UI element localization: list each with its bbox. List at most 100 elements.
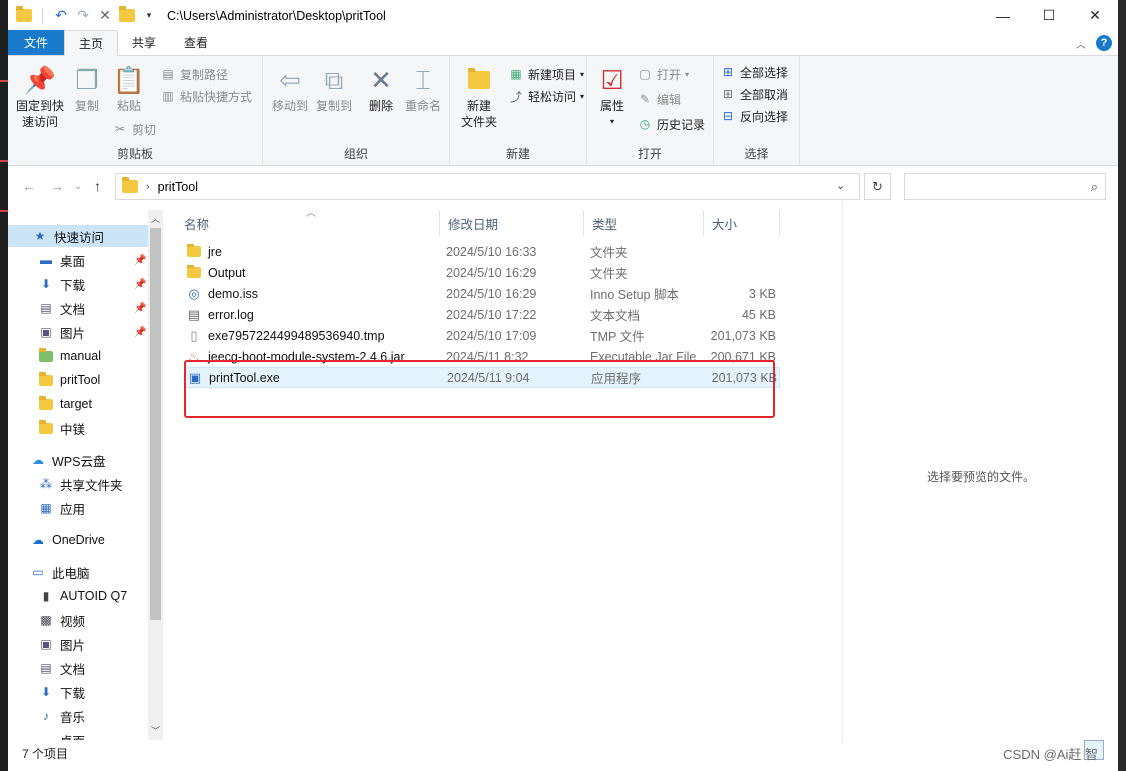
select-all-button[interactable]: ⊞ 全部选择 <box>720 62 788 82</box>
nav-manual[interactable]: manual <box>8 345 148 367</box>
scroll-down-icon[interactable]: ﹀ <box>150 724 161 737</box>
new-item-button[interactable]: ▦ 新建项目 ▾ <box>508 64 584 84</box>
collapse-ribbon-icon[interactable]: ︿ <box>1076 36 1086 51</box>
redo-icon[interactable]: ↷ <box>75 7 91 24</box>
address-dropdown-icon[interactable]: ⌄ <box>836 179 845 192</box>
history-button[interactable]: ◷ 历史记录 <box>637 114 705 134</box>
easy-access-button[interactable]: ⤴ 轻松访问 ▾ <box>508 86 584 106</box>
pin-icon[interactable]: 📌 <box>134 303 146 314</box>
tab-file[interactable]: 文件 <box>8 30 64 55</box>
folder-icon <box>38 347 54 364</box>
scroll-up-icon[interactable]: ︿ <box>150 212 161 225</box>
nav-onedrive[interactable]: ☁ OneDrive <box>8 529 148 551</box>
maximize-button[interactable]: ☐ <box>1026 0 1072 31</box>
paste-button[interactable]: 📋 粘贴 <box>110 64 148 114</box>
edit-button[interactable]: ✎ 编辑 <box>637 89 681 109</box>
nav-wps-cloud[interactable]: ☁ WPS云盘 <box>8 449 148 471</box>
properties-button[interactable]: ☑ 属性 ▾ <box>593 64 631 130</box>
search-input[interactable]: ⌕ <box>904 173 1106 200</box>
address-bar[interactable]: › pritTool <box>115 173 860 200</box>
nav-downloads-pc[interactable]: ⬇ 下载 <box>8 681 148 703</box>
nav-autoid-q7[interactable]: ▮ AUTOID Q7 <box>8 585 148 607</box>
tab-share[interactable]: 共享 <box>118 30 170 55</box>
navigation-bar: ← → ⌄ ↑ › pritTool ⌄ ↻ ⌕ <box>8 172 1118 202</box>
nav-pictures[interactable]: ▣ 图片 📌 <box>8 321 148 343</box>
scissors-icon: ✂ <box>114 122 126 136</box>
rename-button[interactable]: ⌶ 重命名 <box>401 64 445 114</box>
file-row[interactable]: ▤ error.log 2024/5/10 17:22 文本文档 45 KB <box>184 304 780 325</box>
scrollbar-thumb[interactable] <box>150 228 161 620</box>
invert-selection-button[interactable]: ⊟ 反向选择 <box>720 106 788 126</box>
nav-this-pc[interactable]: ▭ 此电脑 <box>8 561 148 583</box>
nav-pane-scrollbar[interactable]: ︿ ﹀ <box>148 210 163 740</box>
pin-quick-access-button[interactable]: 📌 固定到快 速访问 <box>14 64 66 130</box>
onedrive-icon: ☁ <box>32 533 44 547</box>
column-header-date[interactable]: 修改日期 <box>440 210 584 236</box>
column-header-size[interactable]: 大小 <box>704 210 780 236</box>
background-terminal-left <box>0 0 8 771</box>
delete-x-icon[interactable]: ✕ <box>97 7 113 24</box>
file-row[interactable]: ◎ demo.iss 2024/5/10 16:29 Inno Setup 脚本 … <box>184 283 780 304</box>
nav-zhongmei[interactable]: 中镁 <box>8 417 148 439</box>
forward-arrow-icon[interactable]: → <box>50 178 64 194</box>
copy-to-button[interactable]: ⧉ 复制到 <box>313 64 355 114</box>
nav-music[interactable]: ♪ 音乐 <box>8 705 148 727</box>
group-label-new: 新建 <box>505 147 530 161</box>
folder-icon <box>38 371 54 388</box>
back-arrow-icon[interactable]: ← <box>22 178 36 194</box>
cut-button[interactable]: ✂ 剪切 <box>112 119 156 139</box>
copy-path-icon: ▤ <box>162 67 174 81</box>
copy-button[interactable]: ❐ 复制 <box>68 64 106 114</box>
nav-desktop-pc[interactable]: ▬桌面 <box>8 729 148 740</box>
nav-shared-folder[interactable]: ⁂ 共享文件夹 <box>8 473 148 495</box>
minimize-button[interactable]: — <box>980 0 1026 31</box>
select-all-icon: ⊞ <box>722 65 734 79</box>
column-header-type[interactable]: 类型 <box>584 210 704 236</box>
nav-pictures-pc[interactable]: ▣ 图片 <box>8 633 148 655</box>
file-row[interactable]: Output 2024/5/10 16:29 文件夹 <box>184 262 780 283</box>
nav-prittool[interactable]: pritTool <box>8 369 148 391</box>
move-to-button[interactable]: ⇦ 移动到 <box>269 64 311 114</box>
nav-videos[interactable]: ▩ 视频 <box>8 609 148 631</box>
rename-icon: ⌶ <box>415 65 431 95</box>
tab-home[interactable]: 主页 <box>64 30 119 56</box>
star-icon: ★ <box>34 229 46 243</box>
up-arrow-icon[interactable]: ↑ <box>94 178 101 194</box>
picture-icon: ▣ <box>40 637 52 651</box>
help-icon[interactable]: ? <box>1096 35 1112 51</box>
close-button[interactable]: ✕ <box>1072 0 1118 31</box>
file-row[interactable]: ▯ exe7957224499489536940.tmp 2024/5/10 17… <box>184 325 780 346</box>
undo-icon[interactable]: ↶ <box>53 7 69 24</box>
folder-icon <box>38 395 54 412</box>
nav-quick-access[interactable]: ★ 快速访问 <box>8 225 148 247</box>
file-row[interactable]: jre 2024/5/10 16:33 文件夹 <box>184 241 780 262</box>
nav-documents-pc[interactable]: ▤ 文档 <box>8 657 148 679</box>
nav-downloads[interactable]: ⬇ 下载 📌 <box>8 273 148 295</box>
nav-documents[interactable]: ▤ 文档 📌 <box>8 297 148 319</box>
chevron-right-icon[interactable]: › <box>146 181 150 193</box>
paste-shortcut-icon: ▥ <box>162 89 174 103</box>
pin-icon[interactable]: 📌 <box>134 255 146 266</box>
item-count: 7 个项目 <box>22 746 69 761</box>
customize-dropdown-icon[interactable]: ▾ <box>141 8 157 24</box>
folder-icon <box>122 177 138 193</box>
watermark: CSDN @Ai赶 智 <box>1003 747 1098 762</box>
delete-button[interactable]: ✕ 删除 <box>363 64 399 114</box>
select-none-button[interactable]: ⊞ 全部取消 <box>720 84 788 104</box>
nav-apps[interactable]: ▦ 应用 <box>8 497 148 519</box>
new-folder-button[interactable]: 新建 文件夹 <box>456 64 502 130</box>
pin-icon[interactable]: 📌 <box>134 327 146 338</box>
clipboard-icon: 📋 <box>112 65 146 95</box>
pin-icon[interactable]: 📌 <box>134 279 146 290</box>
copy-path-button[interactable]: ▤ 复制路径 <box>160 64 228 84</box>
column-header-name[interactable]: 名称 ︿ <box>176 208 440 236</box>
tab-view[interactable]: 查看 <box>170 30 222 55</box>
nav-desktop[interactable]: ▬ 桌面 📌 <box>8 249 148 271</box>
recent-dropdown-icon[interactable]: ⌄ <box>74 181 82 192</box>
nav-target[interactable]: target <box>8 393 148 415</box>
new-folder-icon[interactable] <box>119 6 135 22</box>
refresh-button[interactable]: ↻ <box>864 173 891 200</box>
breadcrumb-prittool[interactable]: pritTool <box>158 180 198 194</box>
open-button[interactable]: ▢ 打开 ▾ <box>637 64 689 84</box>
paste-shortcut-button[interactable]: ▥ 粘贴快捷方式 <box>160 86 252 106</box>
